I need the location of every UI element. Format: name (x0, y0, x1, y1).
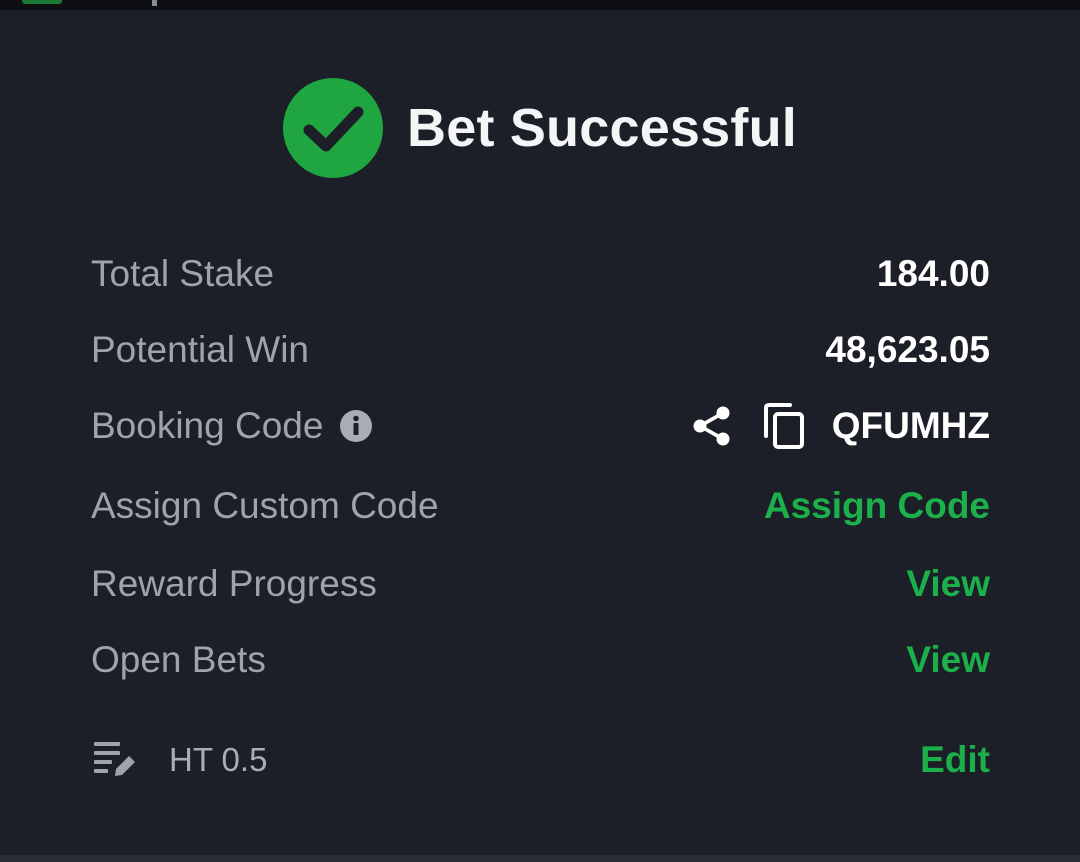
assign-custom-code-label: Assign Custom Code (91, 485, 439, 526)
open-bets-view-link[interactable]: View (906, 639, 990, 681)
total-stake-label: Total Stake (91, 253, 275, 294)
bet-note-text: HT 0.5 (169, 741, 268, 778)
copy-icon[interactable] (762, 402, 806, 450)
top-status-strip (0, 0, 1080, 10)
assign-code-link[interactable]: Assign Code (764, 485, 990, 527)
reward-progress-label: Reward Progress (91, 563, 377, 604)
bet-note: HT 0.5 (91, 738, 267, 782)
potential-win-label: Potential Win (91, 329, 309, 370)
check-circle-icon (283, 78, 384, 178)
booking-code-label-group: Booking Code (91, 405, 373, 447)
bet-success-header: Bet Successful (0, 78, 1080, 178)
open-bets-row: Open Bets View (91, 630, 990, 690)
bet-note-row: HT 0.5 Edit (91, 730, 990, 790)
total-stake-row: Total Stake 184.00 (91, 244, 990, 304)
bottom-divider (0, 855, 1080, 862)
booking-code-value[interactable]: QFUMHZ (832, 405, 990, 447)
share-icon[interactable] (690, 404, 734, 448)
edit-link[interactable]: Edit (920, 739, 990, 781)
info-icon[interactable] (339, 409, 373, 443)
edit-notes-icon (94, 742, 135, 776)
reward-progress-view-link[interactable]: View (906, 563, 990, 605)
open-bets-label: Open Bets (91, 639, 266, 680)
booking-code-label: Booking Code (91, 405, 324, 446)
total-stake-value: 184.00 (876, 253, 990, 294)
potential-win-row: Potential Win 48,623.05 (91, 320, 990, 380)
assign-custom-code-row: Assign Custom Code Assign Code (91, 476, 990, 536)
booking-code-actions: QFUMHZ (690, 402, 990, 450)
reward-progress-row: Reward Progress View (91, 554, 990, 614)
booking-code-row: Booking Code QFUMHZ (91, 396, 990, 456)
page-title: Bet Successful (407, 98, 797, 158)
potential-win-value: 48,623.05 (825, 329, 990, 370)
top-strip-fragment (152, 0, 157, 6)
top-strip-fragment (22, 0, 62, 4)
